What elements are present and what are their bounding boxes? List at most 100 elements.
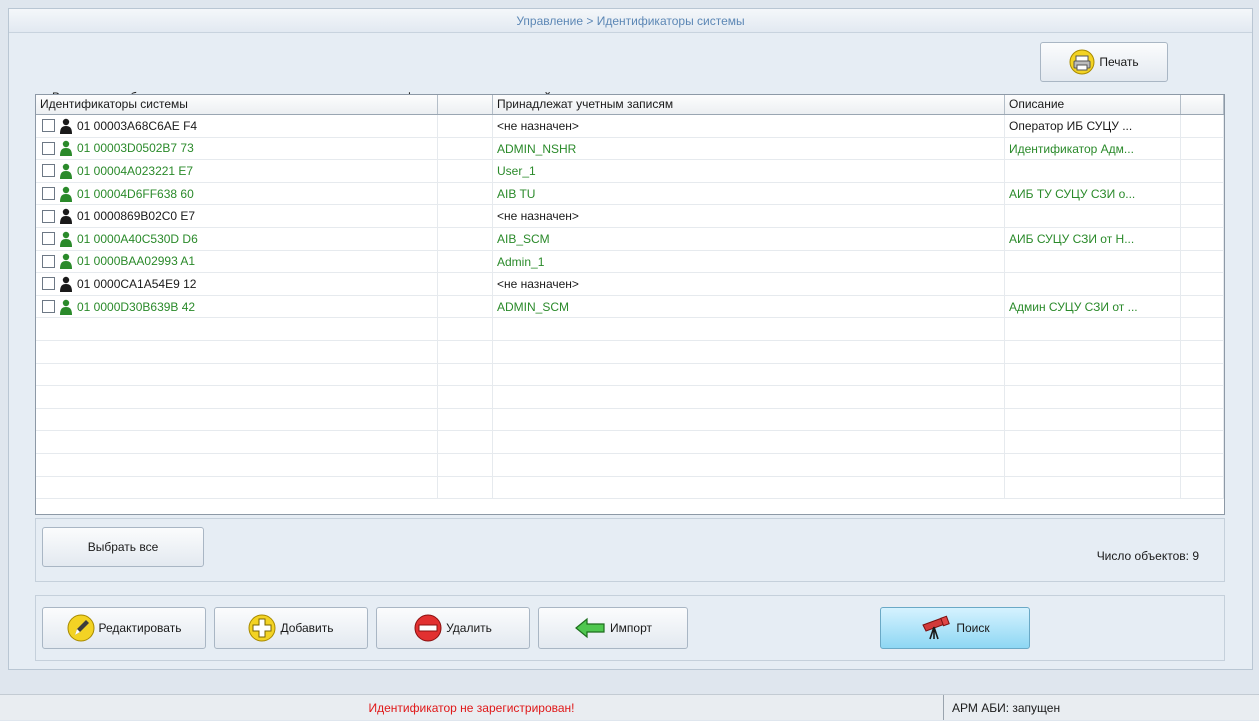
description-cell: Админ СУЦУ СЗИ от ...: [1005, 295, 1181, 318]
identifier-cell: 01 00003A68C6AE F4: [36, 115, 438, 137]
identifier-cell: [36, 408, 438, 431]
selection-group: [35, 518, 1225, 582]
table-row[interactable]: 01 0000CA1A54E9 12 <не назначен>: [36, 273, 1224, 296]
table-row-empty: [36, 476, 1224, 500]
print-button[interactable]: Печать: [1040, 42, 1168, 82]
table-row[interactable]: 01 00004A023221 E7 User_1: [36, 160, 1224, 183]
add-button[interactable]: Добавить: [214, 607, 368, 649]
row-checkbox[interactable]: [42, 141, 55, 155]
row-checkbox[interactable]: [42, 164, 55, 178]
identifier-text: 01 0000A40C530D D6: [77, 231, 198, 246]
identifier-cell: 01 0000869B02C0 E7: [36, 205, 438, 227]
identifier-cell: 01 0000BAA02993 A1: [36, 250, 438, 273]
status-arm: АРМ АБИ: запущен: [952, 701, 1061, 715]
identifier-cell: 01 00004D6FF638 60: [36, 182, 438, 205]
extra-cell: [1181, 363, 1224, 386]
description-cell: АИБ ТУ СУЦУ СЗИ о...: [1005, 182, 1181, 205]
blank-cell: [438, 408, 493, 431]
print-button-label: Печать: [1099, 55, 1139, 69]
extra-cell: [1181, 453, 1224, 476]
user-icon: [60, 186, 72, 202]
edit-button-label: Редактировать: [98, 621, 182, 635]
account-cell: <не назначен>: [493, 115, 1005, 137]
breadcrumb: Управление > Идентификаторы системы: [9, 9, 1252, 33]
description-cell: [1005, 160, 1181, 182]
extra-cell: [1181, 408, 1224, 431]
blank-cell: [438, 227, 493, 250]
description-cell: Оператор ИБ СУЦУ ...: [1005, 115, 1181, 137]
row-checkbox[interactable]: [42, 300, 55, 314]
table-row-empty: [36, 318, 1224, 341]
identifier-cell: 01 0000D30B639B 42: [36, 295, 438, 318]
extra-cell: [1181, 182, 1224, 205]
column-header-identifiers[interactable]: Идентификаторы системы: [36, 95, 438, 114]
import-button-label: Импорт: [610, 621, 652, 635]
blank-cell: [438, 273, 493, 295]
identifier-cell: 01 0000CA1A54E9 12: [36, 273, 438, 295]
table-row[interactable]: 01 0000A40C530D D6 AIB_SCM АИБ СУЦУ СЗИ от…: [36, 227, 1224, 251]
identifier-cell: [36, 363, 438, 386]
column-header-accounts[interactable]: Принадлежат учетным записям: [493, 95, 1005, 114]
search-button[interactable]: Поиск: [880, 607, 1030, 649]
user-icon: [60, 141, 72, 157]
blank-cell: [438, 340, 493, 363]
extra-cell: [1181, 340, 1224, 363]
column-header-blank[interactable]: [438, 95, 493, 114]
account-cell: [493, 476, 1005, 499]
extra-cell: [1181, 227, 1224, 250]
extra-cell: [1181, 205, 1224, 227]
row-checkbox[interactable]: [42, 209, 55, 223]
identifier-text: 01 00004D6FF638 60: [77, 186, 194, 201]
table-row[interactable]: 01 0000869B02C0 E7 <не назначен>: [36, 205, 1224, 228]
row-checkbox[interactable]: [42, 254, 55, 268]
table-row[interactable]: 01 00003D0502B7 73 ADMIN_NSHR Идентификато…: [36, 137, 1224, 161]
identifier-text: 01 00003D0502B7 73: [77, 141, 194, 156]
table-row[interactable]: 01 00004D6FF638 60 AIB TU АИБ ТУ СУЦУ СЗИ …: [36, 182, 1224, 206]
table-row[interactable]: 01 0000BAA02993 A1 Admin_1: [36, 250, 1224, 274]
account-cell: User_1: [493, 160, 1005, 182]
table-row-empty: [36, 386, 1224, 409]
table-row-empty: [36, 453, 1224, 477]
account-cell: [493, 453, 1005, 476]
description-cell: [1005, 273, 1181, 295]
blank-cell: [438, 137, 493, 160]
account-cell: ADMIN_SCM: [493, 295, 1005, 318]
delete-button[interactable]: Удалить: [376, 607, 530, 649]
row-checkbox[interactable]: [42, 187, 55, 201]
extra-cell: [1181, 160, 1224, 182]
description-cell: [1005, 386, 1181, 408]
table-row-empty: [36, 408, 1224, 432]
row-checkbox[interactable]: [42, 119, 55, 133]
user-icon: [60, 208, 72, 225]
row-checkbox[interactable]: [42, 232, 55, 246]
user-icon: [60, 254, 72, 270]
account-cell: [493, 363, 1005, 386]
extra-cell: [1181, 318, 1224, 340]
arrow-left-icon: [575, 617, 605, 639]
extra-cell: [1181, 115, 1224, 137]
description-cell: [1005, 340, 1181, 363]
user-icon: [60, 163, 72, 179]
identifier-text: 01 0000BAA02993 A1: [77, 254, 196, 269]
column-header-extra: [1181, 95, 1224, 114]
identifier-text: 01 0000869B02C0 E7: [77, 209, 196, 224]
blank-cell: [438, 295, 493, 318]
edit-button[interactable]: Редактировать: [42, 607, 206, 649]
blank-cell: [438, 431, 493, 453]
identifier-text: 01 0000D30B639B 42: [77, 299, 196, 314]
extra-cell: [1181, 386, 1224, 408]
table-row[interactable]: 01 0000D30B639B 42 ADMIN_SCM Админ СУЦУ СЗ…: [36, 295, 1224, 319]
user-icon: [60, 118, 72, 134]
row-checkbox[interactable]: [42, 277, 55, 291]
description-cell: [1005, 318, 1181, 340]
account-cell: [493, 318, 1005, 340]
account-cell: ADMIN_NSHR: [493, 137, 1005, 160]
description-cell: [1005, 431, 1181, 453]
user-icon: [60, 231, 72, 247]
import-button[interactable]: Импорт: [538, 607, 688, 649]
account-cell: Admin_1: [493, 250, 1005, 273]
select-all-button[interactable]: Выбрать все: [42, 527, 204, 567]
column-header-description[interactable]: Описание: [1005, 95, 1181, 114]
table-row[interactable]: 01 00003A68C6AE F4 <не назначен> Оператор …: [36, 115, 1224, 138]
identifier-cell: 01 00003D0502B7 73: [36, 137, 438, 160]
